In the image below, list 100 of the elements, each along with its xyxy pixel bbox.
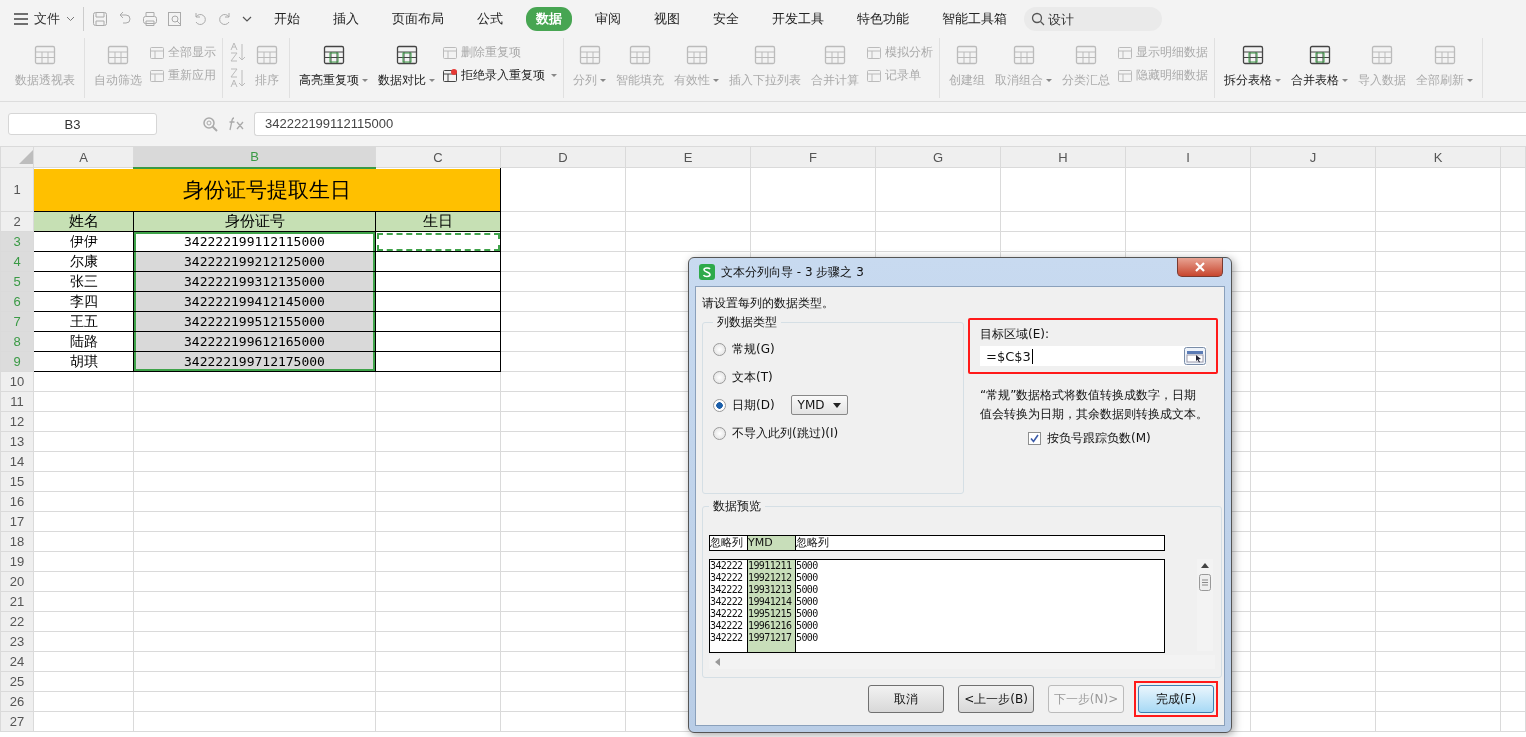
preview-column-header[interactable]: 忽略列 <box>796 536 856 550</box>
caret-icon <box>1467 79 1473 82</box>
preview-cell: 342222 <box>710 584 743 596</box>
sort-descending-icon[interactable] <box>229 68 247 88</box>
menu-tab[interactable]: 开始 <box>264 7 310 31</box>
row-header[interactable]: 22 <box>0 611 34 632</box>
row-header[interactable]: 15 <box>0 471 34 492</box>
preview-cell: 5000 <box>796 620 818 632</box>
column-header[interactable]: G <box>875 146 1001 168</box>
table-icon <box>149 44 165 61</box>
caret-icon <box>1342 79 1348 82</box>
dialog-button[interactable]: <上一步(B) <box>958 685 1034 713</box>
ribbon-button[interactable]: 拒绝录入重复项 <box>442 67 557 84</box>
dialog-button[interactable]: 取消 <box>868 685 944 713</box>
formula-field[interactable]: 342222199112115000 <box>254 112 1526 136</box>
checkbox[interactable] <box>1028 432 1041 445</box>
row-header[interactable]: 1 <box>0 167 34 212</box>
row-header[interactable]: 24 <box>0 651 34 672</box>
menu-tab[interactable]: 插入 <box>323 7 369 31</box>
sort-ascending-icon[interactable] <box>229 42 247 62</box>
column-header[interactable]: E <box>625 146 751 168</box>
checkmark-icon <box>1030 434 1039 443</box>
row-header[interactable]: 27 <box>0 711 34 732</box>
menu-tab[interactable]: 视图 <box>644 7 690 31</box>
column-header[interactable]: I <box>1125 146 1251 168</box>
print-preview-icon[interactable] <box>167 11 183 27</box>
preview-cell: 5000 <box>796 560 818 572</box>
save-icon[interactable] <box>92 11 108 27</box>
row-header[interactable]: 2 <box>0 211 34 232</box>
preview-cell: 19921212 <box>748 572 792 584</box>
ribbon-button[interactable]: 高亮重复项 <box>296 42 371 89</box>
menu-icon <box>14 13 28 25</box>
preview-cell: 5000 <box>796 596 818 608</box>
range-picker-icon[interactable] <box>1184 347 1206 365</box>
row-header[interactable]: 18 <box>0 531 34 552</box>
search-field[interactable]: 设计 <box>1024 7 1162 31</box>
ribbon-button[interactable]: 拆分表格 <box>1221 42 1284 89</box>
close-button[interactable] <box>1177 258 1223 277</box>
field-label: 目标区域(E): <box>980 326 1050 343</box>
menu-tab[interactable]: 安全 <box>703 7 749 31</box>
radio-button[interactable] <box>713 370 726 384</box>
function-icon[interactable] <box>228 117 246 131</box>
row-header[interactable]: 12 <box>0 411 34 432</box>
menu-tab[interactable]: 智能工具箱 <box>932 7 1017 31</box>
column-header[interactable]: F <box>750 146 876 168</box>
export-icon[interactable] <box>117 11 133 27</box>
zoom-icon[interactable] <box>202 116 218 132</box>
table-cell: 尔康 <box>33 251 134 272</box>
app-icon <box>699 264 715 280</box>
row-header[interactable]: 23 <box>0 631 34 652</box>
preview-cell: 19931213 <box>748 584 792 596</box>
radio-label: 日期(D) <box>732 396 775 414</box>
row-header[interactable]: 21 <box>0 591 34 612</box>
column-header[interactable]: A <box>33 146 134 168</box>
date-format-dropdown[interactable]: YMD <box>790 395 848 415</box>
column-header[interactable]: J <box>1250 146 1376 168</box>
row-header[interactable]: 14 <box>0 451 34 472</box>
preview-cell: 342222 <box>710 560 743 572</box>
table-cell: 王五 <box>33 311 134 332</box>
menu-tab[interactable]: 特色功能 <box>847 7 919 31</box>
input-field[interactable]: =$C$3 <box>980 346 1206 366</box>
row-header[interactable]: 25 <box>0 671 34 692</box>
menu-tab[interactable]: 审阅 <box>585 7 631 31</box>
menu-tab[interactable]: 页面布局 <box>382 7 454 31</box>
column-header[interactable]: C <box>375 146 501 168</box>
close-icon <box>1195 262 1205 272</box>
table-icon <box>1117 44 1133 61</box>
row-header[interactable]: 26 <box>0 691 34 712</box>
description-text: “常规”数据格式将数值转换成数字，日期值会转换为日期，其余数据则转换成文本。 <box>980 387 1208 423</box>
ribbon-button[interactable]: 合并表格 <box>1288 42 1351 89</box>
column-header[interactable]: H <box>1000 146 1126 168</box>
row-header[interactable]: 16 <box>0 491 34 512</box>
row-header[interactable]: 19 <box>0 551 34 572</box>
radio-button[interactable] <box>713 398 726 412</box>
radio-button[interactable] <box>713 342 726 356</box>
dialog-button[interactable]: 完成(F) <box>1138 685 1214 713</box>
table-icon <box>866 44 882 61</box>
caret-icon[interactable] <box>242 15 252 23</box>
menu-tab[interactable]: 公式 <box>467 7 513 31</box>
instruction-text: 请设置每列的数据类型。 <box>702 295 835 312</box>
row-header[interactable]: 10 <box>0 371 34 392</box>
preview-cell: 342222 <box>710 620 743 632</box>
file-menu[interactable]: 文件 <box>14 10 75 28</box>
radio-button[interactable] <box>713 426 726 440</box>
preview-cell: 342222 <box>710 572 743 584</box>
column-header[interactable]: D <box>500 146 626 168</box>
select-all-icon[interactable] <box>19 150 33 164</box>
ribbon-button[interactable]: 数据对比 <box>375 42 438 89</box>
print-icon[interactable] <box>142 11 158 27</box>
undo-icon[interactable] <box>192 11 208 27</box>
column-header[interactable]: K <box>1375 146 1501 168</box>
menu-tab[interactable]: 开发工具 <box>762 7 834 31</box>
row-header[interactable]: 13 <box>0 431 34 452</box>
group-label: 列数据类型 <box>716 314 778 331</box>
name-box[interactable]: B3 <box>8 113 157 135</box>
redo-icon[interactable] <box>217 11 233 27</box>
row-header[interactable]: 11 <box>0 391 34 412</box>
row-header[interactable]: 17 <box>0 511 34 532</box>
row-header[interactable]: 20 <box>0 571 34 592</box>
preview-column-header[interactable]: YMD <box>748 536 796 550</box>
